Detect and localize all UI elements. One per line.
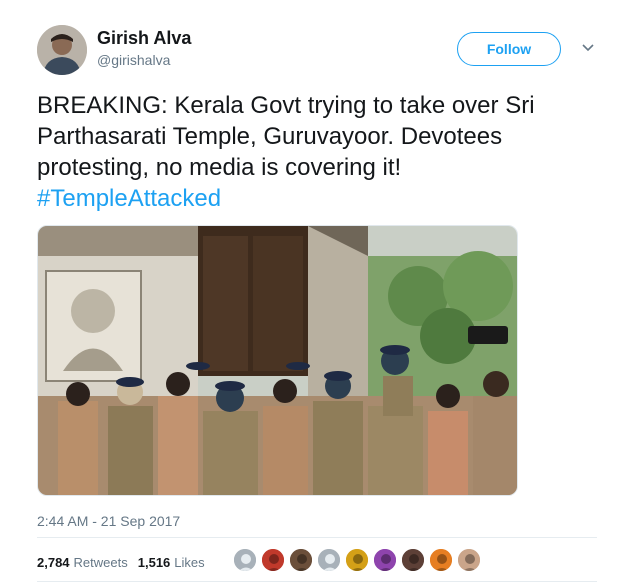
liker-avatar[interactable] bbox=[457, 548, 481, 572]
likes-label: Likes bbox=[174, 555, 205, 570]
follow-button[interactable]: Follow bbox=[457, 32, 561, 66]
temple-protest-photo bbox=[38, 226, 517, 495]
author-handle[interactable]: @girishalva bbox=[97, 52, 170, 68]
liker-avatar[interactable] bbox=[401, 548, 425, 572]
liker-avatars bbox=[233, 548, 485, 572]
tweet-body: BREAKING: Kerala Govt trying to take ove… bbox=[37, 92, 535, 181]
retweets-stat[interactable]: 2,784 Retweets bbox=[37, 555, 128, 570]
liker-avatar[interactable] bbox=[233, 548, 257, 572]
divider bbox=[37, 537, 597, 538]
liker-avatar[interactable] bbox=[429, 548, 453, 572]
liker-avatar[interactable] bbox=[373, 548, 397, 572]
tweet-timestamp[interactable]: 2:44 AM - 21 Sep 2017 bbox=[37, 513, 180, 529]
liker-avatar[interactable] bbox=[317, 548, 341, 572]
author-name[interactable]: Girish Alva bbox=[97, 28, 191, 49]
tweet-card: Girish Alva @girishalva Follow BREAKING:… bbox=[0, 0, 630, 582]
tweet-text: BREAKING: Kerala Govt trying to take ove… bbox=[37, 90, 597, 214]
retweets-count: 2,784 bbox=[37, 555, 70, 570]
chevron-down-icon[interactable] bbox=[580, 42, 596, 54]
liker-avatar[interactable] bbox=[289, 548, 313, 572]
liker-avatar[interactable] bbox=[261, 548, 285, 572]
likes-stat[interactable]: 1,516 Likes bbox=[138, 555, 205, 570]
retweets-label: Retweets bbox=[73, 555, 128, 570]
tweet-photo[interactable] bbox=[37, 225, 518, 496]
likes-count: 1,516 bbox=[137, 555, 171, 570]
tweet-stats: 2,784 Retweets 1,516 Likes bbox=[37, 555, 215, 570]
avatar[interactable] bbox=[37, 25, 87, 75]
hashtag-link[interactable]: #TempleAttacked bbox=[37, 185, 221, 212]
liker-avatar[interactable] bbox=[345, 548, 369, 572]
